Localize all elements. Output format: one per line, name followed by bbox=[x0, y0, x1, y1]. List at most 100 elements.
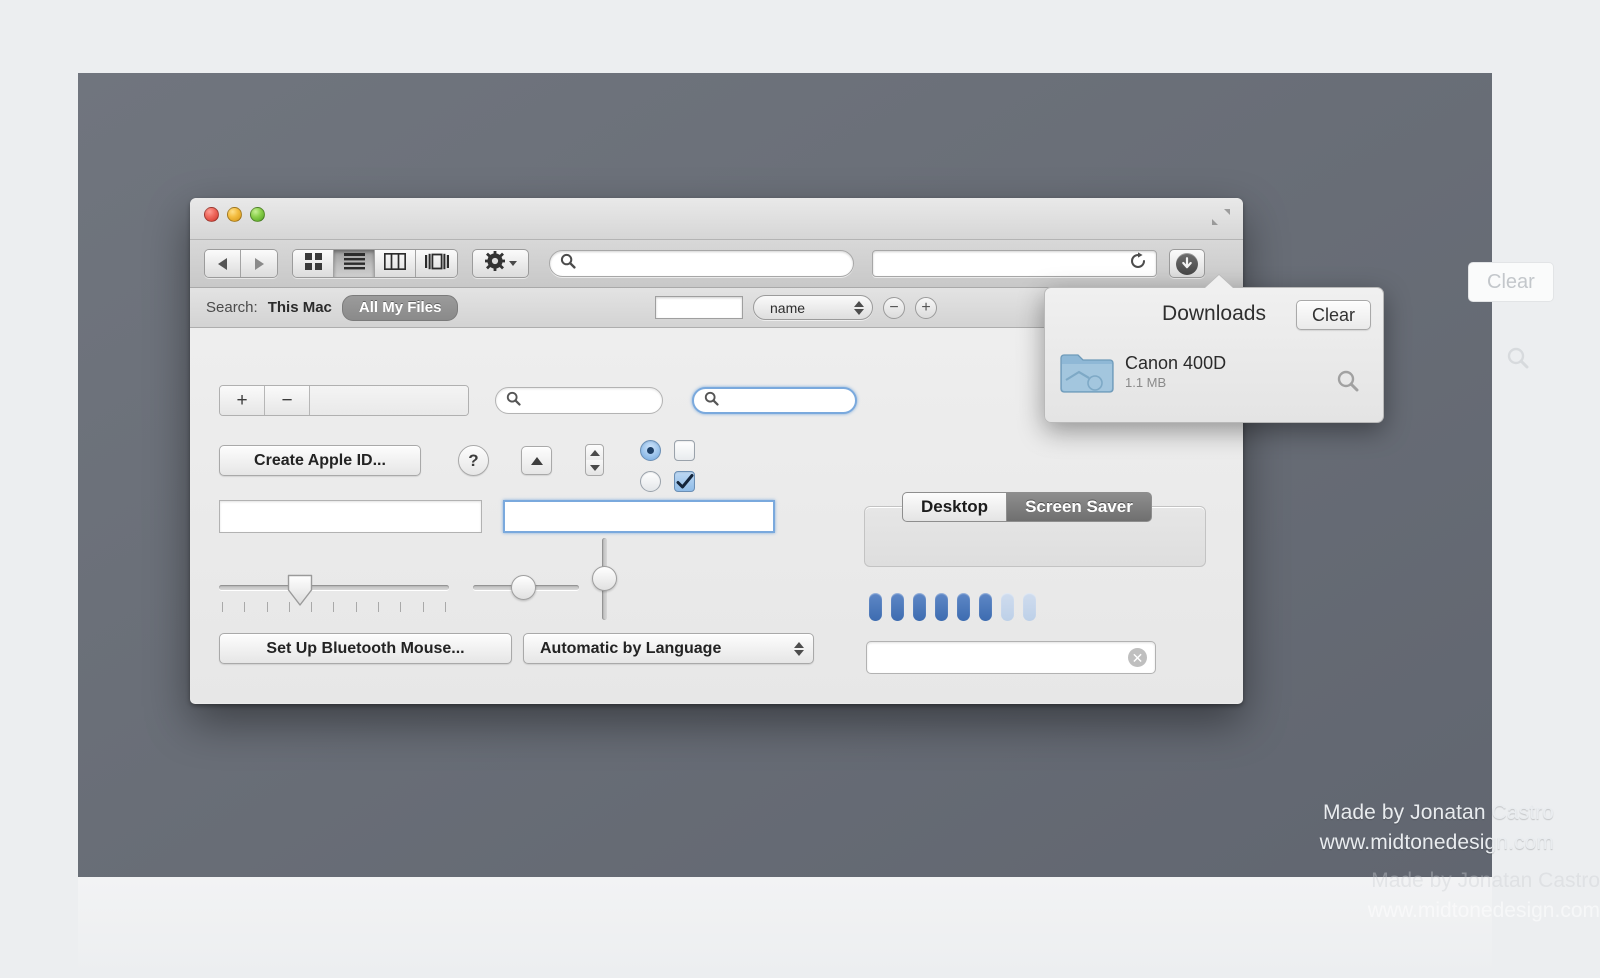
slider-thumb-round[interactable] bbox=[511, 575, 536, 600]
column-view-button[interactable] bbox=[375, 250, 416, 277]
window-toolbar bbox=[190, 240, 1243, 288]
up-down-chevron-icon bbox=[854, 300, 864, 315]
ghost-magnify-icon bbox=[1505, 345, 1531, 376]
up-down-chevron-icon bbox=[794, 641, 804, 656]
coverflow-view-button[interactable] bbox=[416, 250, 457, 277]
remove-criteria-button[interactable]: − bbox=[883, 296, 905, 319]
list-icon bbox=[343, 252, 365, 275]
slider-round-thumb[interactable] bbox=[473, 558, 579, 600]
slider-with-ticks[interactable] bbox=[219, 558, 449, 620]
download-item-size: 1.1 MB bbox=[1125, 375, 1167, 390]
search-icon bbox=[506, 391, 521, 411]
stepper-up-icon[interactable] bbox=[589, 449, 600, 456]
forward-button[interactable] bbox=[241, 250, 277, 277]
criteria-attribute-value: name bbox=[770, 299, 806, 316]
minimize-button[interactable] bbox=[227, 207, 242, 222]
bluetooth-mouse-button[interactable]: Set Up Bluetooth Mouse... bbox=[219, 633, 512, 664]
fullscreen-expand-icon[interactable] bbox=[1211, 208, 1231, 226]
back-button[interactable] bbox=[205, 250, 241, 277]
reload-icon[interactable] bbox=[1129, 252, 1147, 275]
grid-icon bbox=[304, 252, 323, 276]
help-button[interactable]: ? bbox=[458, 445, 489, 476]
slider-thumb-arrow[interactable] bbox=[287, 574, 313, 608]
close-button[interactable] bbox=[204, 207, 219, 222]
stepper-down-icon[interactable] bbox=[589, 464, 600, 471]
magnify-icon[interactable] bbox=[1335, 368, 1361, 399]
clear-x-icon[interactable]: ✕ bbox=[1128, 648, 1147, 667]
slider-track bbox=[219, 585, 449, 590]
chevron-down-icon bbox=[508, 261, 517, 266]
level-segment bbox=[891, 593, 904, 621]
text-field-focused[interactable] bbox=[503, 500, 775, 533]
toolbar-search-field[interactable] bbox=[549, 250, 854, 277]
navigation-segmented-control[interactable] bbox=[204, 249, 278, 278]
search-field-plain[interactable] bbox=[495, 387, 663, 414]
credits-ghost-author: Made by Jonatan Castro bbox=[1371, 869, 1600, 892]
credits-ghost: Made by Jonatan Castro www.midtonedesign… bbox=[1368, 866, 1600, 926]
credits-ghost-website: www.midtonedesign.com bbox=[1367, 899, 1600, 922]
gear-icon bbox=[484, 251, 505, 276]
level-segment bbox=[979, 593, 992, 621]
tab-bar[interactable]: Desktop Screen Saver bbox=[902, 492, 1152, 522]
toolbar-url-field[interactable] bbox=[872, 250, 1157, 277]
text-field-plain[interactable] bbox=[219, 500, 482, 533]
coverflow-icon bbox=[424, 253, 449, 275]
criteria-value-field[interactable] bbox=[655, 296, 743, 319]
checkmark-icon bbox=[676, 473, 693, 488]
search-field-focused[interactable] bbox=[692, 387, 857, 414]
ghost-clear-button: Clear bbox=[1468, 262, 1554, 302]
add-item-button[interactable]: + bbox=[220, 386, 265, 415]
view-mode-segmented-control[interactable] bbox=[292, 249, 458, 278]
screenshot-root: Clear Search: This Mac All My Files name… bbox=[0, 0, 1600, 978]
checkbox-unchecked[interactable] bbox=[674, 440, 695, 461]
list-view-button[interactable] bbox=[334, 250, 375, 277]
folder-icon bbox=[1059, 350, 1115, 394]
level-segment bbox=[935, 593, 948, 621]
disclosure-button[interactable] bbox=[521, 446, 552, 475]
scope-this-mac[interactable]: This Mac bbox=[268, 299, 332, 316]
window-titlebar bbox=[190, 198, 1243, 240]
window-controls bbox=[204, 207, 265, 222]
level-segment bbox=[1023, 593, 1036, 621]
popover-arrow bbox=[1205, 275, 1233, 288]
slider-vertical-thumb[interactable] bbox=[592, 566, 617, 591]
remove-item-button[interactable]: − bbox=[265, 386, 310, 415]
downloads-toolbar-button[interactable] bbox=[1169, 249, 1205, 278]
add-criteria-button[interactable]: + bbox=[915, 296, 937, 319]
language-dropdown-value: Automatic by Language bbox=[540, 639, 722, 657]
text-field-with-clear[interactable]: ✕ bbox=[866, 641, 1156, 674]
level-indicator[interactable] bbox=[869, 593, 1036, 621]
backdrop-ghost-strip bbox=[78, 877, 1492, 978]
level-segment bbox=[1001, 593, 1014, 621]
downloads-clear-button[interactable]: Clear bbox=[1295, 300, 1371, 330]
zoom-button[interactable] bbox=[250, 207, 265, 222]
language-dropdown[interactable]: Automatic by Language bbox=[523, 633, 814, 664]
action-menu-button[interactable] bbox=[472, 249, 529, 278]
criteria-attribute-popup[interactable]: name bbox=[753, 295, 873, 320]
search-icon bbox=[704, 391, 719, 411]
radio-button-unselected[interactable] bbox=[640, 471, 661, 492]
radio-button-selected[interactable] bbox=[640, 440, 661, 461]
add-remove-segmented-control[interactable]: + − bbox=[219, 385, 469, 416]
level-segment bbox=[957, 593, 970, 621]
credits-author: Made by Jonatan Castro bbox=[1323, 801, 1554, 824]
download-list-item[interactable]: Canon 400D 1.1 MB bbox=[1059, 350, 1226, 394]
stepper-control[interactable] bbox=[585, 444, 604, 476]
checkbox-checked[interactable] bbox=[674, 471, 695, 492]
disclosure-triangle-icon bbox=[530, 456, 543, 465]
download-item-name: Canon 400D bbox=[1125, 353, 1227, 373]
scope-all-my-files[interactable]: All My Files bbox=[341, 294, 459, 321]
segmented-empty-area bbox=[310, 386, 468, 415]
slider-tick-marks bbox=[222, 602, 446, 612]
back-arrow-icon bbox=[218, 257, 227, 270]
tab-screen-saver[interactable]: Screen Saver bbox=[1006, 492, 1152, 522]
download-arrow-icon bbox=[1176, 252, 1198, 275]
tab-desktop[interactable]: Desktop bbox=[902, 492, 1007, 522]
level-segment bbox=[913, 593, 926, 621]
icon-view-button[interactable] bbox=[293, 250, 334, 277]
credits-website: www.midtonedesign.com bbox=[1319, 831, 1554, 854]
slider-vertical[interactable] bbox=[588, 538, 622, 620]
level-segment bbox=[869, 593, 882, 621]
credits: Made by Jonatan Castro www.midtonedesign… bbox=[1320, 798, 1554, 858]
create-apple-id-button[interactable]: Create Apple ID... bbox=[219, 445, 421, 476]
